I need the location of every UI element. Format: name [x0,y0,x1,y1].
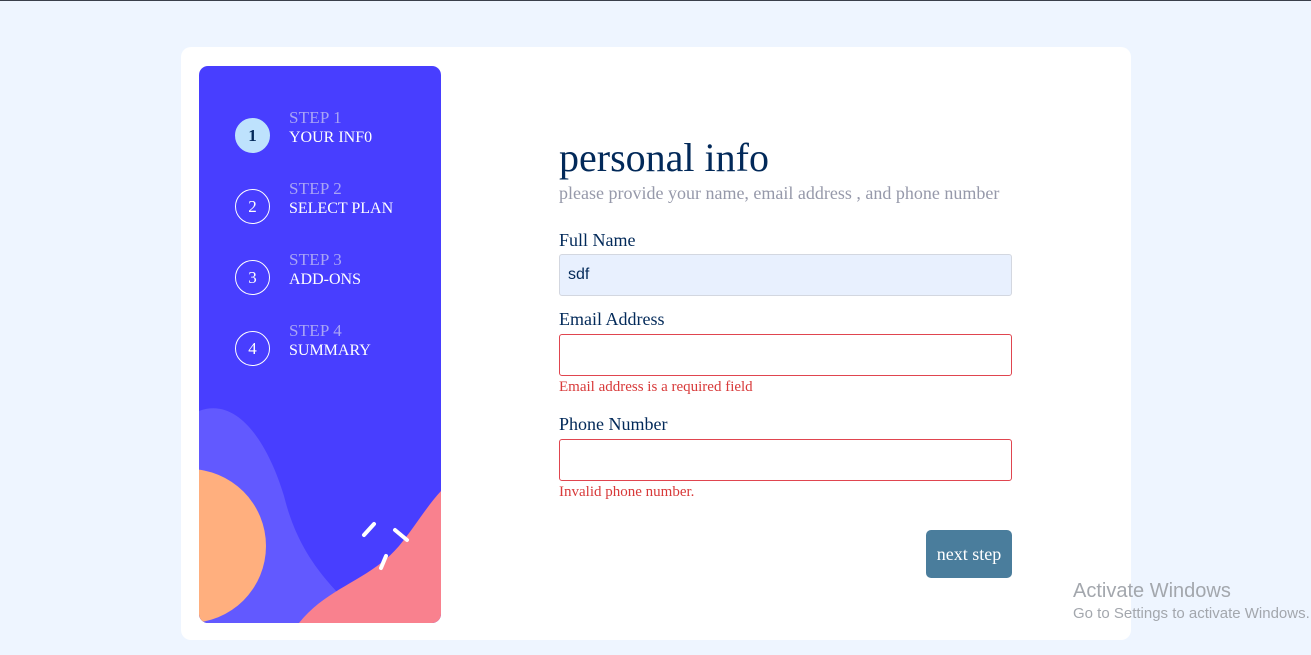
email-label: Email Address [559,309,665,329]
step-item-1[interactable]: 1 STEP 1 YOUR INF0 [235,108,435,158]
step-number: 4 [235,331,270,366]
step-item-2[interactable]: 2 STEP 2 SELECT PLAN [235,179,435,229]
step-title: ADD-ONS [289,271,361,288]
full-name-label: Full Name [559,230,636,250]
step-title: SUMMARY [289,342,371,359]
windows-activation-watermark: Activate Windows Go to Settings to activ… [1073,580,1310,622]
step-item-4[interactable]: 4 STEP 4 SUMMARY [235,321,435,371]
email-error-message: Email address is a required field [559,379,753,395]
steps-sidebar: 1 STEP 1 YOUR INF0 2 STEP 2 SELECT PLAN … [199,66,441,623]
watermark-subtitle: Go to Settings to activate Windows. [1073,605,1310,622]
step-number: 1 [235,118,270,153]
full-name-input[interactable] [559,254,1012,296]
phone-label: Phone Number [559,414,668,434]
step-number: 3 [235,260,270,295]
step-number: 2 [235,189,270,224]
page-subtitle: please provide your name, email address … [559,183,1000,203]
step-title: SELECT PLAN [289,200,394,217]
step-label: STEP 3 [289,250,342,269]
phone-error-message: Invalid phone number. [559,484,695,500]
page-title: personal info [559,135,769,180]
form-card: 1 STEP 1 YOUR INF0 2 STEP 2 SELECT PLAN … [181,47,1131,640]
window-top-border [0,0,1311,1]
step-label: STEP 1 [289,108,342,127]
email-input[interactable] [559,334,1012,376]
step-label: STEP 2 [289,179,342,198]
step-title: YOUR INF0 [289,129,373,146]
phone-input[interactable] [559,439,1012,481]
step-item-3[interactable]: 3 STEP 3 ADD-ONS [235,250,435,300]
watermark-title: Activate Windows [1073,580,1231,602]
step-label: STEP 4 [289,321,342,340]
personal-info-form: personal info please provide your name, … [559,47,1019,640]
next-step-button[interactable]: next step [926,530,1012,578]
